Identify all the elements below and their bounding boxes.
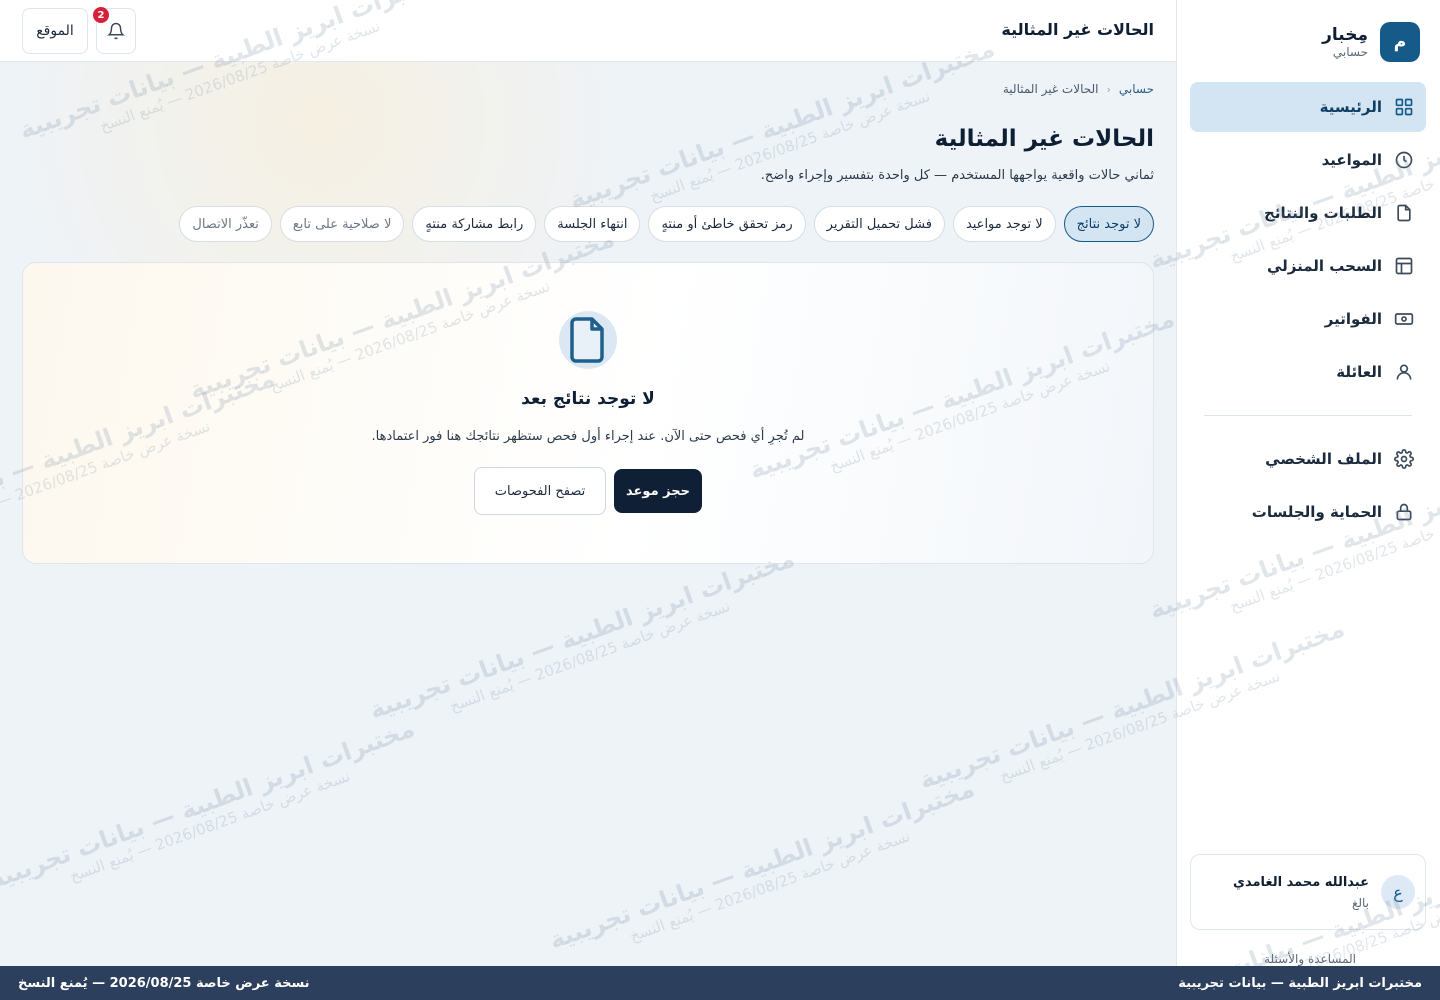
empty-state-card: لا توجد نتائج بعد لم تُجرِ أي فحص حتى ال… — [22, 262, 1154, 564]
sidebar-item-security[interactable]: الحماية والجلسات — [1190, 487, 1426, 537]
book-appointment-button[interactable]: حجز موعد — [614, 469, 702, 513]
empty-state-description: لم تُجرِ أي فحص حتى الآن. عند إجراء أول … — [371, 429, 805, 444]
page-title: الحالات غير المثالية — [934, 126, 1154, 152]
site-button[interactable]: الموقع — [22, 8, 88, 54]
brand[interactable]: م مِخبار حسابي — [1322, 22, 1420, 62]
bell-icon — [107, 22, 125, 40]
sidebar-item-label: العائلة — [1336, 363, 1382, 381]
empty-state-actions: حجز موعد تصفح الفحوصات — [23, 467, 1153, 515]
brand-name: مِخبار — [1322, 25, 1368, 45]
file-icon — [1394, 203, 1414, 223]
sidebar-item-label: المواعيد — [1321, 151, 1382, 169]
clock-icon — [1394, 150, 1414, 170]
sidebar-item-invoices[interactable]: الفواتير — [1190, 294, 1426, 344]
tab-report-load-failure[interactable]: فشل تحميل التقرير — [813, 206, 945, 242]
tab-share-link-expired[interactable]: رابط مشاركة منتهٍ — [412, 206, 537, 242]
empty-state-title: لا توجد نتائج بعد — [521, 389, 655, 409]
tab-no-dependent-permission[interactable]: لا صلاحية على تابع — [279, 206, 405, 242]
sidebar-item-home[interactable]: الرئيسية — [1190, 82, 1426, 132]
document-icon — [566, 315, 610, 365]
user-role: بالغ — [1351, 895, 1369, 910]
help-link[interactable]: المساعدة والأسئلة — [1264, 952, 1356, 966]
sidebar-item-orders-results[interactable]: الطلبات والنتائج — [1190, 188, 1426, 238]
avatar: ع — [1381, 875, 1415, 909]
breadcrumb: حسابي ‹ الحالات غير المثالية — [1003, 82, 1154, 96]
brand-logo: م — [1380, 22, 1420, 62]
banner-right-text: مختبرات ابريز الطبية — بيانات تجريبية — [1178, 975, 1422, 991]
demo-banner: مختبرات ابريز الطبية — بيانات تجريبية نس… — [0, 966, 1440, 1000]
tab-connection-failed[interactable]: تعذّر الاتصال — [179, 206, 272, 242]
sidebar-item-label: الفواتير — [1324, 310, 1382, 328]
banner-left-text: نسخة عرض خاصة 2026/08/25 — يُمنع النسخ — [18, 975, 310, 991]
sidebar-divider — [1204, 415, 1412, 416]
empty-state-icon-wrapper — [559, 311, 617, 369]
user-name: عبدالله محمد الغامدي — [1233, 874, 1369, 890]
sidebar-item-profile[interactable]: الملف الشخصي — [1190, 434, 1426, 484]
tab-session-expired[interactable]: انتهاء الجلسة — [544, 206, 641, 242]
tab-no-results[interactable]: لا توجد نتائج — [1063, 206, 1154, 242]
user-card[interactable]: ع عبدالله محمد الغامدي بالغ — [1190, 854, 1426, 930]
sidebar-item-home-collection[interactable]: السحب المنزلي — [1190, 241, 1426, 291]
sidebar-item-label: الملف الشخصي — [1265, 450, 1382, 468]
grid-icon — [1394, 97, 1414, 117]
breadcrumb-chevron-icon: ‹ — [1106, 82, 1111, 96]
header-title: الحالات غير المثالية — [1001, 20, 1154, 39]
sidebar-nav: الرئيسية المواعيد الطلبات والنتائج السحب… — [1190, 82, 1426, 540]
sidebar-item-label: الحماية والجلسات — [1251, 503, 1382, 521]
state-tabs: لا توجد نتائج لا توجد مواعيد فشل تحميل ا… — [179, 206, 1154, 242]
sidebar-item-label: الرئيسية — [1319, 98, 1382, 116]
notification-badge: 2 — [93, 7, 109, 23]
main-content: حسابي ‹ الحالات غير المثالية الحالات غير… — [0, 62, 1176, 966]
gear-icon — [1394, 449, 1414, 469]
page-subtitle: ثماني حالات واقعية يواجهها المستخدم — كل… — [760, 168, 1154, 183]
tab-no-appointments[interactable]: لا توجد مواعيد — [952, 206, 1056, 242]
sidebar-item-label: السحب المنزلي — [1266, 257, 1382, 275]
lock-icon — [1394, 502, 1414, 522]
brand-subtitle: حسابي — [1332, 45, 1368, 59]
top-header: الحالات غير المثالية 2 الموقع — [0, 0, 1176, 62]
user-icon — [1394, 362, 1414, 382]
tab-invalid-otp[interactable]: رمز تحقق خاطئ أو منتهٍ — [648, 206, 806, 242]
notifications-button[interactable]: 2 — [93, 7, 136, 54]
layout-icon — [1394, 256, 1414, 276]
breadcrumb-root[interactable]: حسابي — [1119, 82, 1154, 96]
sidebar-item-family[interactable]: العائلة — [1190, 347, 1426, 397]
sidebar: م مِخبار حسابي الرئيسية المواعيد الطلبات… — [1176, 0, 1440, 966]
browse-tests-button[interactable]: تصفح الفحوصات — [474, 467, 606, 515]
sidebar-item-label: الطلبات والنتائج — [1264, 204, 1382, 222]
breadcrumb-current: الحالات غير المثالية — [1002, 82, 1099, 96]
sidebar-item-appointments[interactable]: المواعيد — [1190, 135, 1426, 185]
banknote-icon — [1394, 309, 1414, 329]
